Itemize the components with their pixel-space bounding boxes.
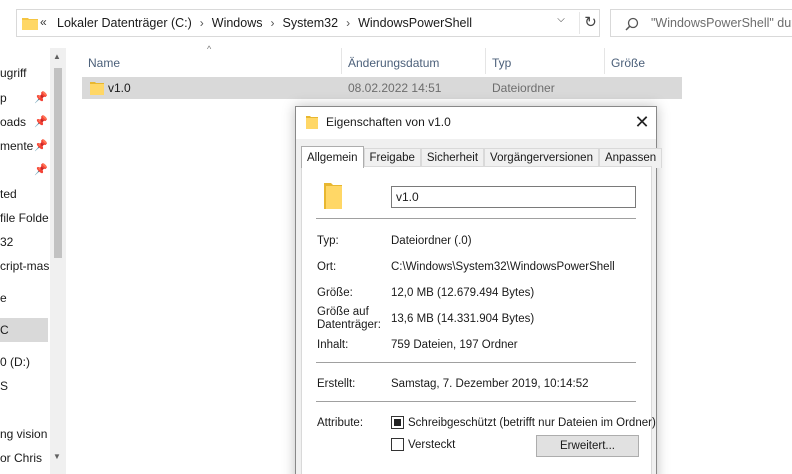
nav-item-ted[interactable]: ted [0, 182, 50, 206]
nav-item-file-folder[interactable]: file Folde [0, 206, 50, 230]
column-divider[interactable] [604, 48, 605, 74]
address-bar[interactable]: « Lokaler Datenträger (C:) › Windows › S… [16, 9, 600, 37]
close-icon[interactable]: ✕ [632, 112, 652, 132]
created-value: Samstag, 7. Dezember 2019, 10:14:52 [391, 378, 589, 390]
column-header-date[interactable]: Änderungsdatum [348, 52, 439, 74]
recent-locations-icon[interactable]: « [40, 15, 47, 29]
scroll-up-icon[interactable]: ▲ [53, 52, 61, 61]
folder-icon [324, 183, 342, 209]
nav-item-pictures[interactable]: 📌 [0, 158, 50, 182]
attributes-label: Attribute: [317, 417, 364, 429]
folder-icon [90, 82, 104, 95]
search-placeholder: "WindowsPowerShell" durch... [651, 16, 792, 30]
created-label: Erstellt: [317, 378, 356, 390]
column-header-size[interactable]: Größe [611, 52, 645, 74]
refresh-button[interactable]: ↻ [579, 12, 601, 34]
search-icon [625, 17, 639, 31]
location-label: Ort: [317, 261, 337, 273]
advanced-button[interactable]: Erweitert... [536, 435, 639, 457]
scrollbar-thumb[interactable] [54, 68, 62, 258]
nav-item-quick-access[interactable]: ugriff [0, 61, 50, 85]
column-divider[interactable] [485, 48, 486, 74]
nav-item-script-master[interactable]: cript-mas [0, 254, 50, 278]
folder-icon [22, 18, 38, 30]
hidden-label[interactable]: Versteckt [408, 439, 455, 452]
folder-icon [306, 116, 318, 129]
pin-icon: 📌 [34, 164, 48, 176]
nav-item-vision[interactable]: ng vision [0, 422, 50, 446]
readonly-label[interactable]: Schreibgeschützt (betrifft nur Dateien i… [408, 417, 656, 430]
tab-vorgaengerversionen[interactable]: Vorgängerversionen [484, 148, 599, 168]
nav-scrollbar[interactable]: ▲ ▼ [50, 48, 66, 474]
breadcrumb-system32[interactable]: System32 [283, 16, 339, 30]
nav-item-documents[interactable]: mente 📌 [0, 134, 50, 158]
nav-item-drive-c[interactable]: C [0, 318, 48, 342]
type-value: Dateiordner (.0) [391, 235, 472, 247]
size-label: Größe: [317, 287, 353, 299]
breadcrumb-windows[interactable]: Windows [212, 16, 263, 30]
tab-anpassen[interactable]: Anpassen [598, 148, 663, 168]
tab-panel-general: v1.0 Typ: Dateiordner (.0) Ort: C:\Windo… [301, 166, 656, 474]
column-divider[interactable] [341, 48, 342, 74]
dialog-titlebar[interactable]: Eigenschaften von v1.0 ✕ [296, 107, 656, 139]
address-bar-area: « Lokaler Datenträger (C:) › Windows › S… [0, 0, 792, 48]
tab-sicherheit[interactable]: Sicherheit [420, 148, 485, 168]
size-value: 12,0 MB (12.679.494 Bytes) [391, 287, 535, 299]
separator [316, 362, 636, 363]
file-name: v1.0 [108, 81, 131, 95]
pin-icon: 📌 [34, 140, 48, 152]
file-date: 08.02.2022 14:51 [348, 81, 442, 95]
breadcrumb-windowspowershell[interactable]: WindowsPowerShell [358, 16, 472, 30]
navigation-pane: ugriff p 📌 oads 📌 mente 📌 📌 ted file Folde … [0, 48, 66, 474]
nav-item-s[interactable]: S [0, 374, 50, 398]
type-label: Typ: [317, 235, 339, 247]
file-type: Dateiordner [492, 81, 555, 95]
search-input[interactable]: "WindowsPowerShell" durch... [610, 9, 792, 37]
nav-item-downloads[interactable]: oads 📌 [0, 110, 50, 134]
readonly-checkbox[interactable] [391, 416, 404, 429]
column-header-type[interactable]: Typ [492, 52, 511, 74]
pin-icon: 📌 [34, 116, 48, 128]
breadcrumb: Lokaler Datenträger (C:) › Windows › Sys… [57, 16, 472, 30]
column-header-name[interactable]: Name [88, 52, 120, 74]
breadcrumb-drive[interactable]: Lokaler Datenträger (C:) [57, 16, 192, 30]
scroll-down-icon[interactable]: ▼ [53, 452, 61, 461]
sort-ascending-icon: ^ [207, 44, 212, 54]
dialog-title: Eigenschaften von v1.0 [326, 115, 451, 129]
tab-freigabe[interactable]: Freigabe [363, 148, 421, 168]
location-value: C:\Windows\System32\WindowsPowerShell [391, 261, 615, 273]
size-on-disk-label-line1: Größe auf [317, 306, 369, 318]
hidden-checkbox[interactable] [391, 438, 404, 451]
nav-item-desktop[interactable]: p 📌 [0, 86, 50, 110]
name-field[interactable]: v1.0 [391, 186, 636, 208]
chevron-right-icon[interactable]: › [200, 16, 204, 30]
separator [316, 218, 636, 219]
separator [316, 401, 636, 402]
nav-item-e[interactable]: e [0, 286, 50, 310]
nav-item-chris[interactable]: or Chris [0, 446, 50, 470]
chevron-right-icon[interactable]: › [271, 16, 275, 30]
properties-dialog: Eigenschaften von v1.0 ✕ Allgemein Freig… [295, 106, 663, 474]
contents-value: 759 Dateien, 197 Ordner [391, 339, 518, 351]
nav-item-32[interactable]: 32 [0, 230, 50, 254]
chevron-right-icon[interactable]: › [346, 16, 350, 30]
nav-item-drive-d[interactable]: 0 (D:) [0, 350, 50, 374]
chevron-down-icon[interactable]: ⌵ [553, 14, 569, 25]
tab-allgemein[interactable]: Allgemein [301, 146, 364, 168]
pin-icon: 📌 [34, 92, 48, 104]
tab-bar: Allgemein Freigabe Sicherheit Vorgängerv… [301, 146, 663, 168]
contents-label: Inhalt: [317, 339, 349, 351]
size-on-disk-label-line2: Datenträger: [317, 319, 381, 331]
size-on-disk-value: 13,6 MB (14.331.904 Bytes) [391, 313, 535, 325]
table-row[interactable]: v1.0 08.02.2022 14:51 Dateiordner [82, 77, 682, 99]
